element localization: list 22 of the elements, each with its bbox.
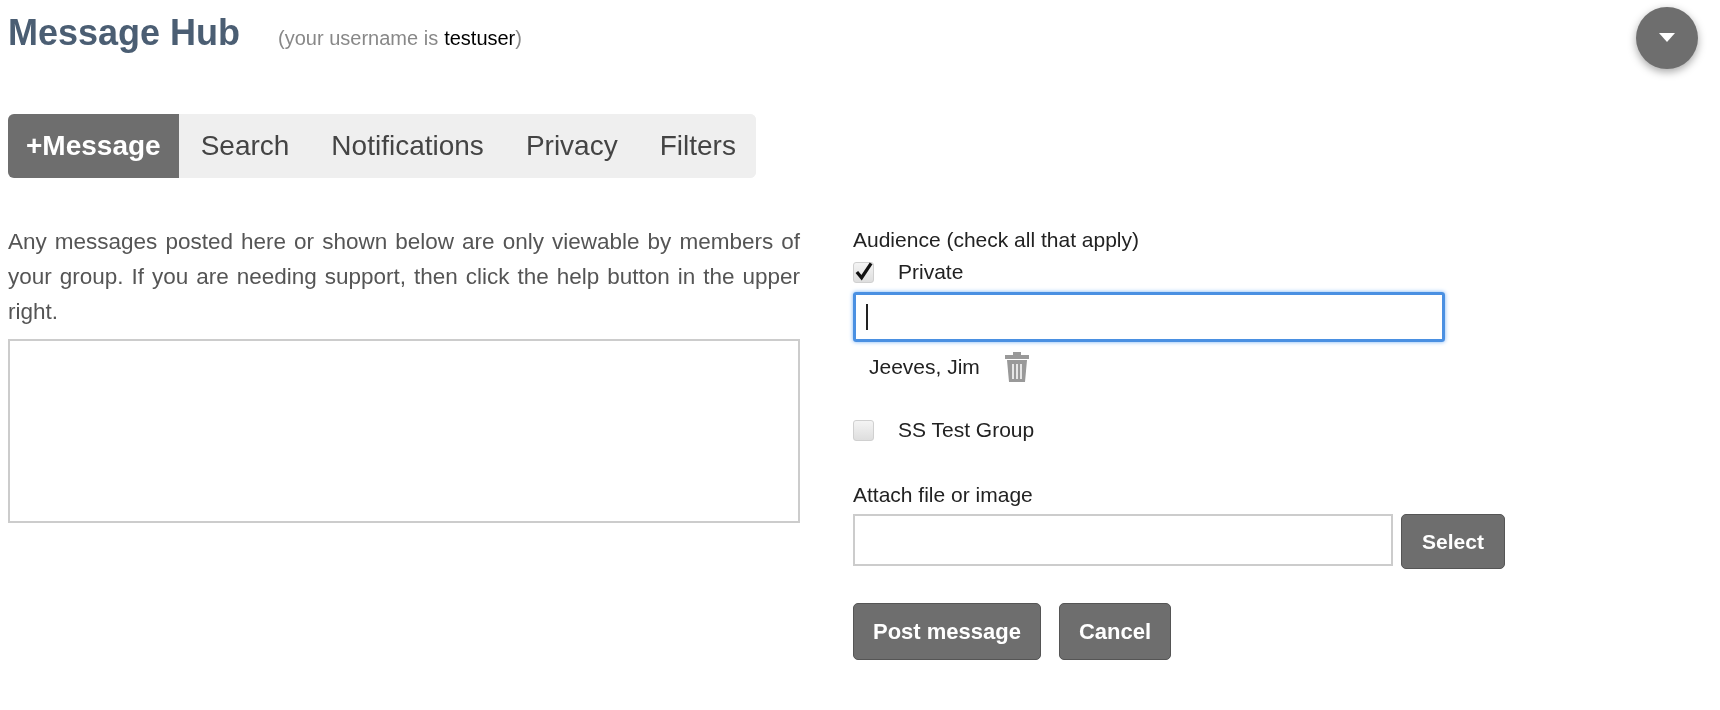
recipient-input[interactable] bbox=[853, 292, 1445, 342]
action-button[interactable]: Post message bbox=[853, 603, 1041, 660]
message-textarea[interactable] bbox=[8, 339, 800, 523]
action-button[interactable]: Cancel bbox=[1058, 603, 1172, 660]
select-button[interactable]: Select bbox=[1401, 514, 1505, 569]
file-input[interactable] bbox=[853, 514, 1393, 566]
username-label: (your username is bbox=[278, 26, 439, 51]
attach-label: Attach file or image bbox=[853, 482, 1034, 508]
option-label: SS Test Group bbox=[898, 417, 1035, 444]
username: testuser bbox=[444, 26, 516, 51]
audience-label: Audience (check all that apply) bbox=[853, 227, 1140, 253]
username-label-end: ) bbox=[515, 26, 522, 51]
checkbox[interactable] bbox=[853, 261, 874, 283]
page-title: Message Hub bbox=[8, 11, 241, 55]
caret-icon bbox=[1659, 33, 1675, 43]
intro-paragraph: Any messages posted here or shown below are only viewable by members of your group. If you are needing support, then click the help button in the upper right. bbox=[8, 228, 800, 326]
trash-icon[interactable] bbox=[1003, 352, 1030, 382]
tab[interactable]: +Message bbox=[8, 114, 179, 178]
checkbox[interactable] bbox=[853, 419, 874, 441]
recipient-name: Jeeves, Jim bbox=[869, 354, 980, 381]
option-label: Private bbox=[898, 259, 964, 286]
dropdown-button[interactable] bbox=[1636, 7, 1698, 69]
